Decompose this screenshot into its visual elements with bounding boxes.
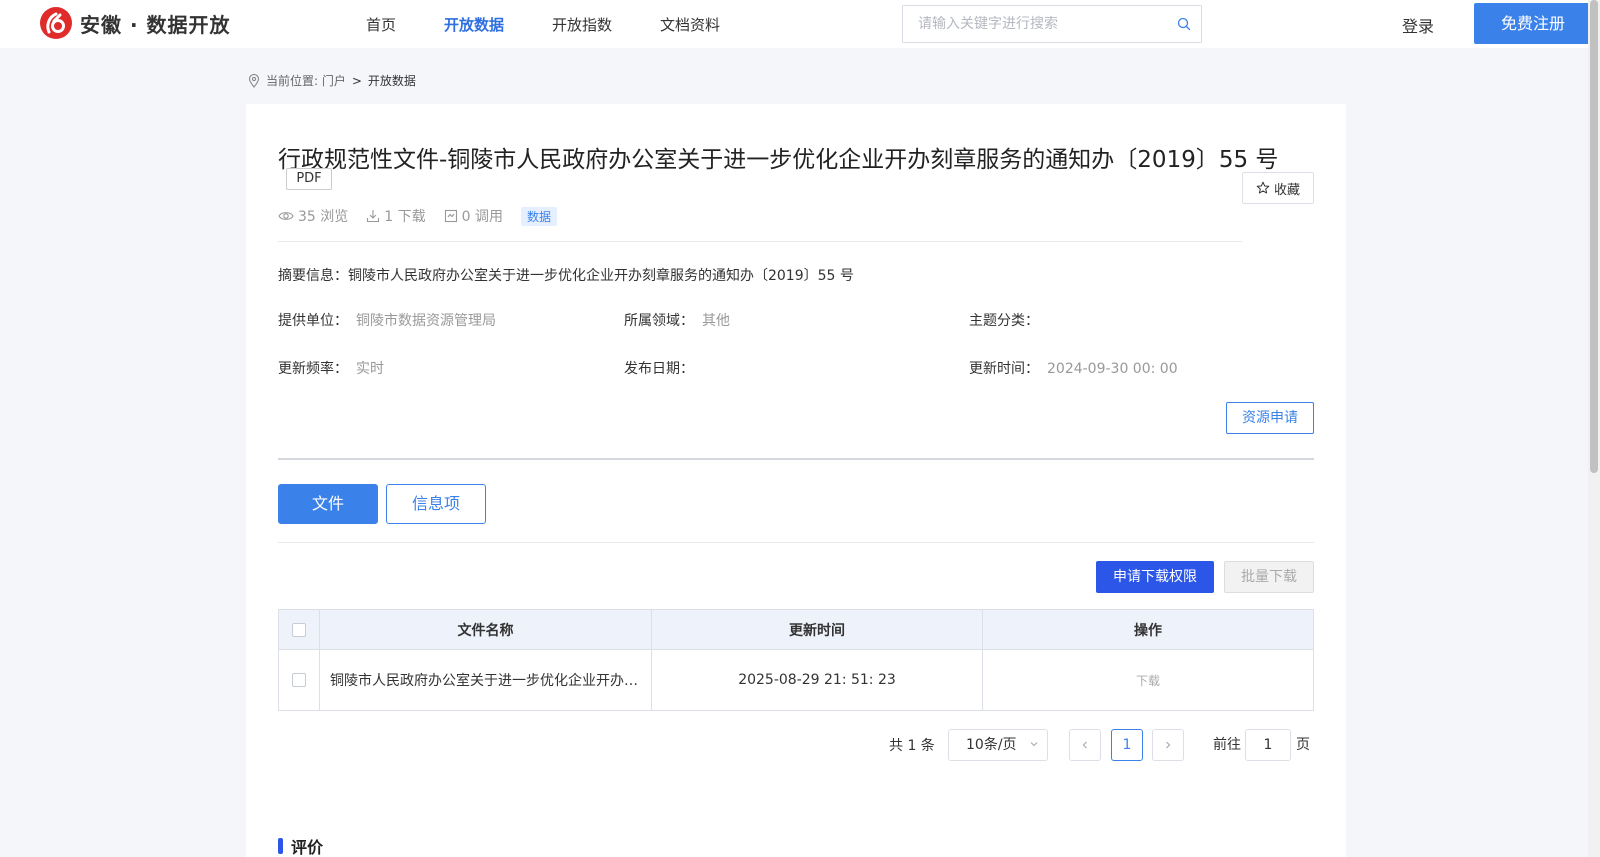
header-checkbox-cell <box>279 610 320 649</box>
downloads-stat: 1 下载 <box>366 206 426 226</box>
row-actions: 下载 <box>983 650 1313 710</box>
tab-info-items[interactable]: 信息项 <box>386 484 486 524</box>
divider <box>278 542 1314 543</box>
top-header: 安徽 · 数据开放 首页 开放数据 开放指数 文档资料 登录 免费注册 <box>0 0 1592 48</box>
divider <box>278 241 1242 242</box>
search-icon[interactable] <box>1177 17 1191 31</box>
nav-item-home[interactable]: 首页 <box>366 0 396 48</box>
section-divider <box>278 458 1314 460</box>
meta-value: 实时 <box>356 361 384 377</box>
api-call-icon <box>444 209 457 223</box>
row-file-name: 铜陵市人民政府办公室关于进一步优化企业开办刻章服务的通知办〔2019〕55 号 <box>320 650 652 710</box>
header-update-time: 更新时间 <box>652 610 983 649</box>
request-download-permission-button[interactable]: 申请下载权限 <box>1096 561 1214 593</box>
resource-apply-button[interactable]: 资源申请 <box>1226 402 1314 434</box>
meta-label: 发布日期： <box>624 361 694 377</box>
meta-label: 提供单位： <box>278 313 348 329</box>
files-table: 文件名称 更新时间 操作 铜陵市人民政府办公室关于进一步优化企业开办刻章服务的通… <box>278 609 1314 711</box>
logo-text: 安徽 · 数据开放 <box>80 12 231 37</box>
chevron-left-icon <box>1082 741 1087 749</box>
tab-files[interactable]: 文件 <box>278 484 378 524</box>
logo-icon <box>40 7 72 39</box>
chevron-down-icon <box>1030 742 1038 747</box>
meta-value: 铜陵市数据资源管理局 <box>356 313 496 329</box>
meta-publish-date: 发布日期： <box>624 358 702 378</box>
meta-label: 更新时间： <box>969 361 1039 377</box>
pagination-total: 共 1 条 <box>889 738 935 754</box>
summary-text: 摘要信息：铜陵市人民政府办公室关于进一步优化企业开办刻章服务的通知办〔2019〕… <box>278 268 854 284</box>
chevron-right-icon <box>1166 741 1171 749</box>
login-link[interactable]: 登录 <box>1402 13 1434 37</box>
calls-count: 0 调用 <box>461 209 503 225</box>
prev-page-button[interactable] <box>1069 729 1101 761</box>
download-icon <box>367 210 380 223</box>
section-marker <box>278 838 283 854</box>
downloads-count: 1 下载 <box>384 209 426 225</box>
meta-value: 2024-09-30 00: 00 <box>1047 361 1178 377</box>
nav-item-open-data[interactable]: 开放数据 <box>444 0 504 48</box>
select-all-checkbox[interactable] <box>292 622 306 637</box>
breadcrumb-separator: > <box>351 73 362 88</box>
meta-value: 其他 <box>702 313 730 329</box>
search-input[interactable] <box>903 6 1163 42</box>
table-header: 文件名称 更新时间 操作 <box>279 610 1313 650</box>
meta-frequency: 更新频率： 实时 <box>278 358 384 378</box>
search-box <box>902 5 1202 43</box>
scrollbar-thumb[interactable] <box>1590 0 1598 473</box>
table-row: 铜陵市人民政府办公室关于进一步优化企业开办刻章服务的通知办〔2019〕55 号 … <box>279 650 1313 710</box>
stats-row: 35 浏览 1 下载 0 调用 数据 <box>278 206 557 226</box>
meta-label: 主题分类： <box>969 313 1039 329</box>
meta-provider: 提供单位： 铜陵市数据资源管理局 <box>278 310 496 330</box>
meta-domain: 所属领域： 其他 <box>624 310 730 330</box>
breadcrumb: 当前位置: 门户 > 开放数据 <box>248 72 416 89</box>
goto-label: 前往 <box>1213 737 1241 753</box>
goto-page-input[interactable] <box>1245 729 1291 761</box>
page-suffix: 页 <box>1296 737 1310 753</box>
favorite-label: 收藏 <box>1273 182 1300 198</box>
download-link[interactable]: 下载 <box>1136 672 1160 689</box>
nav-item-documents[interactable]: 文档资料 <box>660 0 720 48</box>
favorite-button[interactable]: 收藏 <box>1242 172 1314 204</box>
meta-topic: 主题分类： <box>969 310 1047 330</box>
rating-section-title: 评价 <box>278 834 323 857</box>
meta-label: 更新频率： <box>278 361 348 377</box>
meta-label: 所属领域： <box>624 313 694 329</box>
page-number-current[interactable]: 1 <box>1111 729 1143 761</box>
category-tag: 数据 <box>520 206 557 226</box>
header-file-name: 文件名称 <box>320 610 652 649</box>
breadcrumb-current: 开放数据 <box>367 74 416 88</box>
format-badge: PDF <box>286 168 332 190</box>
page-scrollbar[interactable] <box>1588 0 1600 857</box>
nav-item-open-index[interactable]: 开放指数 <box>552 0 612 48</box>
page-title: 行政规范性文件-铜陵市人民政府办公室关于进一步优化企业开办刻章服务的通知办〔20… <box>278 147 1279 173</box>
location-pin-icon <box>248 73 260 88</box>
register-button[interactable]: 免费注册 <box>1474 3 1592 44</box>
row-update-time: 2025-08-29 21: 51: 23 <box>652 650 983 710</box>
page-size-select[interactable]: 10条/页 <box>948 729 1048 761</box>
meta-update-time: 更新时间： 2024-09-30 00: 00 <box>969 358 1178 378</box>
row-checkbox[interactable] <box>292 673 306 687</box>
views-stat: 35 浏览 <box>278 206 348 226</box>
header-actions: 操作 <box>1134 622 1162 639</box>
batch-download-button[interactable]: 批量下载 <box>1224 561 1314 593</box>
site-logo[interactable]: 安徽 · 数据开放 <box>40 7 231 39</box>
eye-icon <box>278 212 294 220</box>
breadcrumb-prefix[interactable]: 当前位置: 门户 <box>266 72 346 89</box>
rating-title-text: 评价 <box>291 838 324 857</box>
star-icon <box>1256 181 1270 194</box>
calls-stat: 0 调用 <box>444 206 503 226</box>
views-count: 35 浏览 <box>298 209 349 225</box>
page-size-value: 10条/页 <box>966 737 1017 753</box>
file-name-text: 铜陵市人民政府办公室关于进一步优化企业开办刻章服务的通知办〔2019〕55 号 <box>330 673 641 689</box>
main-nav: 首页 开放数据 开放指数 文档资料 <box>366 0 768 48</box>
next-page-button[interactable] <box>1152 729 1184 761</box>
row-checkbox-cell <box>279 650 320 710</box>
